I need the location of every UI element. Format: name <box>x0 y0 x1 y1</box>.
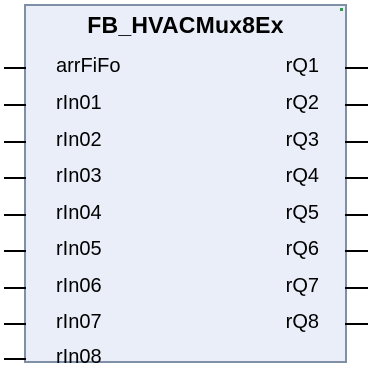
input-connector-line[interactable] <box>4 104 26 106</box>
output-connector-line[interactable] <box>345 67 368 69</box>
output-connector-line[interactable] <box>345 214 368 216</box>
input-pin-label[interactable]: rIn05 <box>56 237 102 261</box>
input-pin-label[interactable]: arrFiFo <box>56 54 120 78</box>
input-pin-label[interactable]: rIn01 <box>56 91 102 115</box>
output-connector-line[interactable] <box>345 177 368 179</box>
input-connector-line[interactable] <box>4 177 26 179</box>
input-connector-line[interactable] <box>4 287 26 289</box>
input-pin-label[interactable]: rIn03 <box>56 164 102 188</box>
output-pin-label[interactable]: rQ6 <box>286 237 319 261</box>
diagram-canvas: FB_HVACMux8Ex arrFiFo rIn01 rIn02 rIn03 … <box>0 0 371 370</box>
output-pin-label[interactable]: rQ7 <box>286 274 319 298</box>
status-indicator <box>340 8 343 11</box>
input-connector-line[interactable] <box>4 214 26 216</box>
input-pin-label[interactable]: rIn07 <box>56 310 102 334</box>
output-pin-label[interactable]: rQ8 <box>286 310 319 334</box>
input-pin-label[interactable]: rIn04 <box>56 201 102 225</box>
input-connector-line[interactable] <box>4 67 26 69</box>
input-pin-label[interactable]: rIn02 <box>56 128 102 152</box>
output-connector-line[interactable] <box>345 141 368 143</box>
output-connector-line[interactable] <box>345 323 368 325</box>
output-connector-line[interactable] <box>345 250 368 252</box>
output-pin-label[interactable]: rQ1 <box>286 54 319 78</box>
output-connector-line[interactable] <box>345 104 368 106</box>
output-pin-label[interactable]: rQ4 <box>286 164 319 188</box>
input-pin-label[interactable]: rIn06 <box>56 274 102 298</box>
input-pin-label[interactable]: rIn08 <box>56 345 102 369</box>
output-connector-line[interactable] <box>345 287 368 289</box>
output-pin-label[interactable]: rQ5 <box>286 201 319 225</box>
block-title: FB_HVACMux8Ex <box>87 12 284 38</box>
input-connector-line[interactable] <box>4 250 26 252</box>
function-block[interactable]: FB_HVACMux8Ex arrFiFo rIn01 rIn02 rIn03 … <box>24 4 347 368</box>
output-pin-label[interactable]: rQ3 <box>286 128 319 152</box>
input-connector-line[interactable] <box>4 141 26 143</box>
input-connector-line[interactable] <box>4 323 26 325</box>
input-connector-line[interactable] <box>4 358 26 360</box>
output-pin-label[interactable]: rQ2 <box>286 91 319 115</box>
